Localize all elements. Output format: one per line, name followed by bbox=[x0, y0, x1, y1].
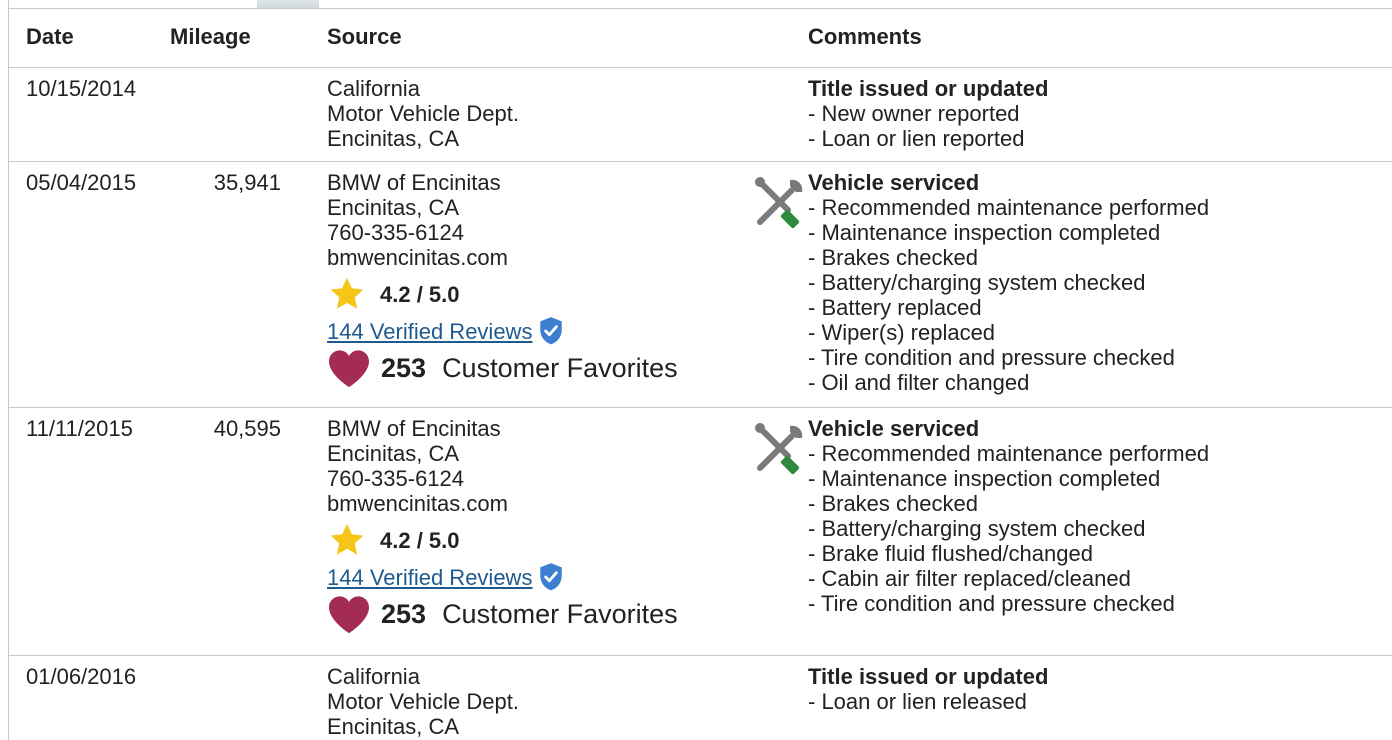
source-line: California bbox=[327, 664, 420, 689]
comment-line: - Battery replaced bbox=[808, 295, 982, 320]
source-line: Encinitas, CA bbox=[327, 441, 460, 466]
row-source: BMW of Encinitas Encinitas, CA 760-335-6… bbox=[327, 170, 678, 388]
favorites-count: 253 bbox=[381, 352, 427, 383]
comment-line: - Tire condition and pressure checked bbox=[808, 345, 1175, 370]
customer-favorites: 253 Customer Favorites bbox=[327, 594, 678, 634]
comment-line: - Recommended maintenance performed bbox=[808, 441, 1210, 466]
rating-value: 4.2 / 5.0 bbox=[380, 281, 460, 307]
row-date: 11/11/2015 bbox=[26, 416, 133, 441]
reviews: 144 Verified Reviews bbox=[327, 562, 678, 592]
favorites-count: 253 bbox=[381, 598, 427, 629]
source-line: bmwencinitas.com bbox=[327, 245, 508, 270]
table-divider bbox=[8, 8, 1392, 9]
row-source: BMW of Encinitas Encinitas, CA 760-335-6… bbox=[327, 416, 678, 634]
rating-value: 4.2 / 5.0 bbox=[380, 527, 460, 553]
comment-line: - Wiper(s) replaced bbox=[808, 320, 996, 345]
column-header-comments: Comments bbox=[808, 24, 922, 49]
comment-title: Title issued or updated bbox=[808, 76, 1049, 101]
shield-check-icon bbox=[540, 317, 563, 345]
row-comments: Title issued or updated - Loan or lien r… bbox=[808, 664, 1048, 714]
source-line: 760-335-6124 bbox=[327, 220, 465, 245]
comment-line: - Tire condition and pressure checked bbox=[808, 591, 1175, 616]
comment-line: - Maintenance inspection completed bbox=[808, 466, 1161, 491]
star-icon bbox=[330, 277, 364, 309]
source-line: California bbox=[327, 76, 420, 101]
column-header-source: Source bbox=[327, 24, 402, 49]
comment-line: - Brakes checked bbox=[808, 491, 978, 516]
customer-favorites: 253 Customer Favorites bbox=[327, 348, 678, 388]
column-header-mileage: Mileage bbox=[170, 24, 251, 49]
comment-line: - Loan or lien released bbox=[808, 689, 1027, 714]
column-header-date: Date bbox=[26, 24, 74, 49]
comment-title: Title issued or updated bbox=[808, 664, 1049, 689]
table-divider bbox=[8, 67, 1392, 68]
source-line: BMW of Encinitas bbox=[327, 170, 501, 195]
dealer-rating: 4.2 / 5.0 bbox=[327, 523, 678, 556]
comment-line: - Brakes checked bbox=[808, 245, 978, 270]
table-divider bbox=[8, 407, 1392, 408]
row-date: 05/04/2015 bbox=[26, 170, 137, 195]
comment-line: - New owner reported bbox=[808, 101, 1020, 126]
row-date: 01/06/2016 bbox=[26, 664, 137, 689]
heart-icon bbox=[329, 596, 369, 634]
row-date: 10/15/2014 bbox=[26, 76, 137, 101]
table-divider bbox=[8, 161, 1392, 162]
comment-line: - Cabin air filter replaced/cleaned bbox=[808, 566, 1131, 591]
verified-reviews-link[interactable]: 144 Verified Reviews bbox=[327, 319, 532, 344]
row-source: California Motor Vehicle Dept. Encinitas… bbox=[327, 664, 519, 739]
reviews: 144 Verified Reviews bbox=[327, 316, 678, 346]
heart-icon bbox=[329, 350, 369, 388]
source-line: Motor Vehicle Dept. bbox=[327, 689, 519, 714]
row-mileage: 40,595 bbox=[213, 416, 281, 441]
wrench-screwdriver-icon bbox=[755, 177, 803, 229]
source-line: Encinitas, CA bbox=[327, 126, 460, 151]
dealer-rating: 4.2 / 5.0 bbox=[327, 277, 678, 310]
verified-reviews-link[interactable]: 144 Verified Reviews bbox=[327, 565, 532, 590]
source-line: bmwencinitas.com bbox=[327, 491, 508, 516]
comment-line: - Battery/charging system checked bbox=[808, 516, 1146, 541]
comment-line: - Battery/charging system checked bbox=[808, 270, 1146, 295]
comment-line: - Recommended maintenance performed bbox=[808, 195, 1210, 220]
source-line: Encinitas, CA bbox=[327, 195, 460, 220]
source-line: Encinitas, CA bbox=[327, 714, 460, 739]
source-line: BMW of Encinitas bbox=[327, 416, 501, 441]
favorites-label: Customer Favorites bbox=[442, 352, 678, 383]
star-icon bbox=[330, 523, 364, 555]
favorites-label: Customer Favorites bbox=[442, 598, 678, 629]
row-comments: Title issued or updated - New owner repo… bbox=[808, 76, 1048, 151]
comment-title: Vehicle serviced bbox=[808, 416, 980, 441]
comment-title: Vehicle serviced bbox=[808, 170, 980, 195]
source-line: Motor Vehicle Dept. bbox=[327, 101, 519, 126]
row-comments: Vehicle serviced - Recommended maintenan… bbox=[808, 170, 1209, 395]
comment-line: - Loan or lien reported bbox=[808, 126, 1025, 151]
source-line: 760-335-6124 bbox=[327, 466, 465, 491]
comment-line: - Oil and filter changed bbox=[808, 370, 1030, 395]
shield-check-icon bbox=[540, 563, 563, 591]
row-comments: Vehicle serviced - Recommended maintenan… bbox=[808, 416, 1209, 616]
comment-line: - Brake fluid flushed/changed bbox=[808, 541, 1093, 566]
comment-line: - Maintenance inspection completed bbox=[808, 220, 1161, 245]
wrench-screwdriver-icon bbox=[755, 423, 803, 475]
table-divider bbox=[8, 655, 1392, 656]
row-source: California Motor Vehicle Dept. Encinitas… bbox=[327, 76, 519, 151]
row-mileage: 35,941 bbox=[213, 170, 281, 195]
vehicle-thumbnail bbox=[257, 0, 319, 8]
